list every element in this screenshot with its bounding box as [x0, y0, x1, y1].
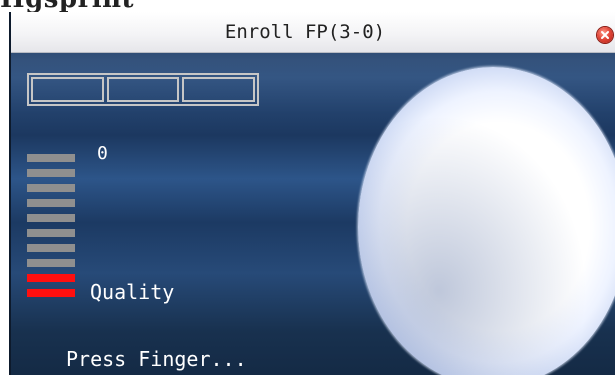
quality-label: Quality: [90, 280, 175, 304]
quality-segment: [27, 274, 75, 282]
quality-segment: [27, 289, 75, 297]
enroll-step-box-2: [106, 77, 180, 102]
enroll-progress-boxes: [27, 73, 259, 106]
screen-edge: [9, 12, 11, 375]
quality-segment: [27, 169, 75, 177]
document-heading: Hgsprint: [0, 0, 134, 12]
fingerprint-placeholder: [358, 67, 615, 375]
close-x-glyph: [601, 31, 609, 39]
quality-meter: [27, 154, 75, 304]
quality-segment: [27, 184, 75, 192]
close-icon[interactable]: [597, 27, 613, 43]
quality-value: 0: [97, 143, 108, 164]
title-bar: Enroll FP(3-0): [10, 12, 615, 53]
device-screen: Enroll FP(3-0) 0 Quality Press Finger...: [10, 12, 615, 375]
enroll-step-box-1: [31, 77, 104, 102]
quality-segment: [27, 259, 75, 267]
enroll-step-box-3: [182, 77, 256, 102]
quality-segment: [27, 154, 75, 162]
quality-segment: [27, 244, 75, 252]
quality-segment: [27, 229, 75, 237]
quality-segment: [27, 199, 75, 207]
status-message: Press Finger...: [66, 347, 247, 371]
quality-segment: [27, 214, 75, 222]
screen-title: Enroll FP(3-0): [224, 21, 386, 43]
